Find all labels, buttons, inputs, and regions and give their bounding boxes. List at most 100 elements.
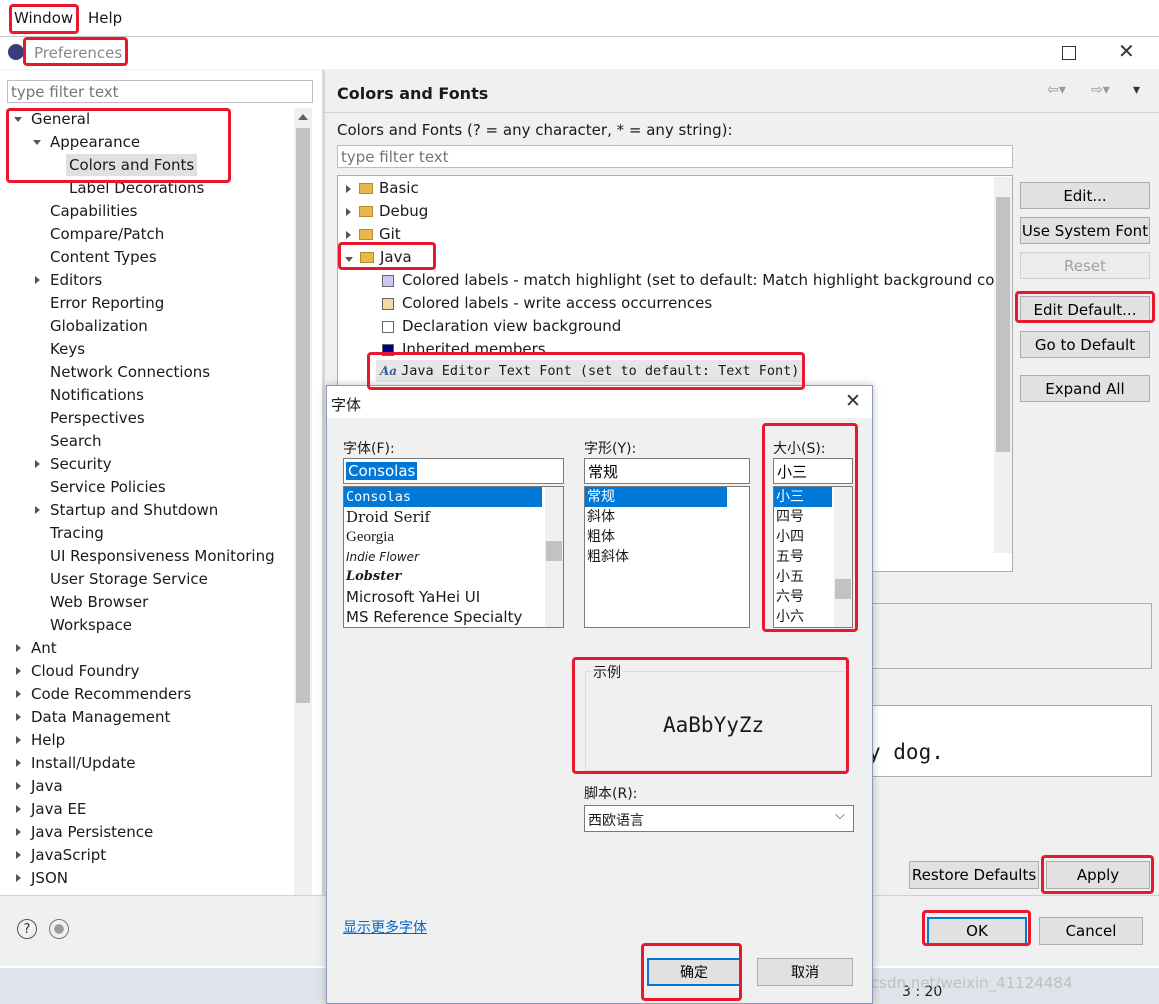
import-export-icon[interactable] xyxy=(49,919,69,939)
edit-default-button[interactable]: Edit Default... xyxy=(1020,296,1150,323)
colors-tree-scrollbar[interactable] xyxy=(994,177,1012,553)
list-item[interactable]: 五号 xyxy=(774,547,832,567)
left-tree-label: JSON xyxy=(31,869,68,887)
chevron-right-icon[interactable] xyxy=(32,499,42,521)
font-list-scrollbar[interactable] xyxy=(545,487,563,627)
left-tree-label: Globalization xyxy=(50,317,148,335)
colors-scroll-thumb[interactable] xyxy=(996,197,1010,452)
list-item[interactable]: Droid Serif xyxy=(344,507,542,527)
panel-divider[interactable] xyxy=(322,70,325,928)
tree-node-basic[interactable]: Basic xyxy=(346,177,419,199)
chevron-right-icon[interactable] xyxy=(13,798,23,820)
chevron-right-icon[interactable] xyxy=(32,453,42,475)
list-item[interactable]: 粗体 xyxy=(585,527,727,547)
go-to-default-button[interactable]: Go to Default xyxy=(1020,331,1150,358)
dialog-cancel-button[interactable]: 取消 xyxy=(757,958,853,986)
java-editor-font-item[interactable]: Aa Java Editor Text Font (set to default:… xyxy=(376,360,806,382)
scroll-up-icon[interactable] xyxy=(294,108,311,125)
list-item[interactable]: Georgia xyxy=(344,527,542,547)
reset-button[interactable]: Reset xyxy=(1020,252,1150,279)
chevron-right-icon[interactable] xyxy=(13,844,23,866)
script-value: 西欧语言 xyxy=(588,813,644,829)
maximize-icon[interactable] xyxy=(1062,46,1076,60)
title-bar: Preferences ✕ xyxy=(0,37,1159,69)
back-arrow-icon[interactable]: ⇦▾ xyxy=(1047,82,1066,98)
chevron-right-icon[interactable] xyxy=(13,752,23,774)
folder-icon xyxy=(359,183,373,194)
list-item[interactable]: 小五 xyxy=(774,567,832,587)
size-list-scrollbar[interactable] xyxy=(834,487,852,627)
folder-icon xyxy=(359,206,373,217)
font-size-input[interactable] xyxy=(773,458,853,484)
list-item[interactable]: Indie Flower xyxy=(344,547,542,567)
chevron-right-icon[interactable] xyxy=(13,867,23,889)
list-item[interactable]: 四号 xyxy=(774,507,832,527)
tree-node-java[interactable]: Java xyxy=(345,246,412,268)
left-tree-label: Search xyxy=(50,432,102,450)
apply-button[interactable]: Apply xyxy=(1046,861,1150,889)
list-item[interactable]: Microsoft YaHei UI xyxy=(344,587,542,607)
left-scroll-thumb[interactable] xyxy=(296,128,310,703)
list-item[interactable]: 小三 xyxy=(774,487,832,507)
left-tree-scrollbar[interactable] xyxy=(294,108,312,928)
chevron-right-icon[interactable] xyxy=(13,660,23,682)
chevron-down-icon[interactable] xyxy=(13,108,23,130)
forward-arrow-icon[interactable]: ⇨▾ xyxy=(1091,82,1110,98)
list-item[interactable]: 粗斜体 xyxy=(585,547,727,567)
close-icon[interactable]: ✕ xyxy=(845,390,861,412)
java-color-item[interactable]: Colored labels - match highlight (set to… xyxy=(382,269,1008,291)
chevron-right-icon[interactable] xyxy=(13,729,23,751)
folder-icon xyxy=(359,229,373,240)
chevron-down-icon[interactable] xyxy=(32,131,42,153)
menu-window[interactable]: Window xyxy=(14,9,73,27)
list-item[interactable]: MS Reference Specialty xyxy=(344,607,542,627)
use-system-font-button[interactable]: Use System Font xyxy=(1020,217,1150,244)
list-item[interactable]: 六号 xyxy=(774,587,832,607)
chevron-right-icon[interactable] xyxy=(13,637,23,659)
left-filter-input[interactable] xyxy=(7,80,313,103)
java-color-label: Colored labels - write access occurrence… xyxy=(402,294,713,312)
chevron-right-icon[interactable] xyxy=(13,775,23,797)
expand-all-button[interactable]: Expand All xyxy=(1020,375,1150,402)
java-color-item[interactable]: Colored labels - write access occurrence… xyxy=(382,292,712,314)
cancel-button[interactable]: Cancel xyxy=(1039,917,1143,945)
view-menu-icon[interactable]: ▾ xyxy=(1133,82,1140,98)
list-item[interactable]: 斜体 xyxy=(585,507,727,527)
list-item[interactable]: 小六 xyxy=(774,607,832,627)
help-icon[interactable]: ? xyxy=(17,919,37,939)
chevron-down-icon: ⌵ xyxy=(835,808,845,823)
right-header: Colors and Fonts ⇦▾ ⇨▾ ▾ xyxy=(325,70,1159,113)
left-tree-label: Error Reporting xyxy=(50,294,165,312)
java-color-item[interactable]: Inherited members xyxy=(382,338,546,360)
list-item[interactable]: Consolas xyxy=(344,487,542,507)
chevron-right-icon[interactable] xyxy=(32,269,42,291)
colors-description: Colors and Fonts (? = any character, * =… xyxy=(337,121,733,139)
font-dialog-titlebar: 字体 ✕ xyxy=(327,386,872,418)
size-scroll-thumb[interactable] xyxy=(835,579,851,599)
colors-filter-input[interactable] xyxy=(337,145,1013,168)
java-color-item[interactable]: Declaration view background xyxy=(382,315,621,337)
list-item[interactable]: Lobster xyxy=(344,567,542,587)
font-style-input[interactable] xyxy=(584,458,750,484)
font-scroll-thumb[interactable] xyxy=(546,541,562,561)
font-name-selected-text: Consolas xyxy=(346,462,418,480)
close-icon[interactable]: ✕ xyxy=(1118,39,1135,63)
menu-help[interactable]: Help xyxy=(88,9,122,27)
left-tree-label: Security xyxy=(50,455,112,473)
more-fonts-link[interactable]: 显示更多字体 xyxy=(343,917,427,937)
edit-button[interactable]: Edit... xyxy=(1020,182,1150,209)
confirm-button[interactable]: 确定 xyxy=(647,958,741,986)
tree-node-git[interactable]: Git xyxy=(346,223,401,245)
tree-node-debug[interactable]: Debug xyxy=(346,200,428,222)
list-item[interactable]: 小四 xyxy=(774,527,832,547)
restore-defaults-button[interactable]: Restore Defaults xyxy=(909,861,1039,889)
script-select[interactable]: 西欧语言 ⌵ xyxy=(584,805,854,832)
ok-button[interactable]: OK xyxy=(927,917,1027,945)
left-tree-label: Help xyxy=(31,731,66,749)
chevron-right-icon[interactable] xyxy=(13,821,23,843)
chevron-right-icon[interactable] xyxy=(13,706,23,728)
chevron-right-icon[interactable] xyxy=(13,683,23,705)
font-icon: Aa xyxy=(380,364,398,378)
page-title: Colors and Fonts xyxy=(337,84,489,103)
list-item[interactable]: 常规 xyxy=(585,487,727,507)
